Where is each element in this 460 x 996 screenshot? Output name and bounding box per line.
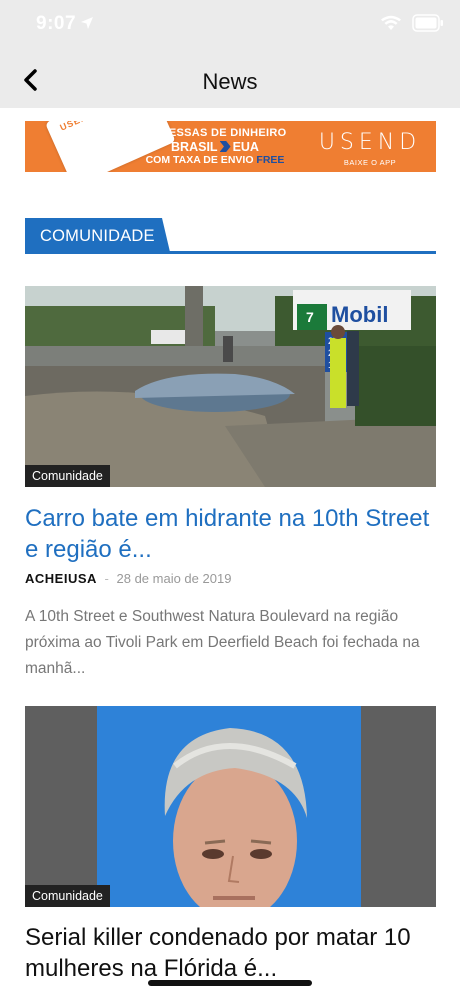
category-tag[interactable]: Comunidade <box>25 465 110 487</box>
article-image[interactable]: Comunidade <box>25 706 436 907</box>
article-image[interactable]: 7 Mobil 252 289 123 Comunidade <box>25 286 436 487</box>
ad-cta: BAIXE O APP <box>343 158 397 167</box>
section-title: COMUNIDADE <box>25 218 170 252</box>
category-tag[interactable]: Comunidade <box>25 885 110 907</box>
nav-bar: News <box>0 50 460 108</box>
ad-route-from: BRASIL <box>171 140 218 154</box>
ad-free-label: FREE <box>256 154 285 166</box>
article-date: 28 de maio de 2019 <box>116 571 232 586</box>
fuel-brand-sign: Mobil <box>331 302 388 327</box>
article-title[interactable]: Carro bate em hidrante na 10th Street e … <box>25 503 436 565</box>
location-arrow-icon <box>81 17 93 29</box>
article-title[interactable]: Serial killer condenado por matar 10 mul… <box>25 922 436 984</box>
home-indicator <box>148 980 312 986</box>
article-excerpt: A 10th Street e Southwest Natura Bouleva… <box>25 608 420 677</box>
battery-icon <box>412 14 443 32</box>
flooded-car-photo: 7 Mobil 252 289 123 <box>25 286 436 487</box>
ad-route: BRASIL EUA <box>125 140 305 154</box>
mugshot-photo <box>25 706 436 907</box>
status-time: 9:07 <box>36 13 77 34</box>
ad-headline: REMESSAS DE DINHEIRO <box>143 127 287 139</box>
wifi-icon <box>381 15 401 30</box>
status-bar: 9:07 <box>0 0 460 50</box>
ad-fee-text: COM TAXA DE ENVIO <box>145 154 254 166</box>
page-title: News <box>202 69 258 94</box>
ad-banner[interactable]: USEND REMESSAS DE DINHEIRO BRASIL EUA COM… <box>25 121 436 172</box>
ad-fee-line: COM TAXA DE ENVIO FREE <box>125 154 305 166</box>
arrow-right-icon <box>219 141 231 152</box>
ad-brand-logo: USEND <box>318 130 422 155</box>
ad-phone-brand: USEND <box>58 121 95 133</box>
ad-route-to: EUA <box>232 140 259 154</box>
meta-separator: - <box>104 571 109 586</box>
store-sign-number: 7 <box>306 309 314 325</box>
section-header: COMUNIDADE <box>25 218 436 254</box>
article-meta: ACHEIUSA - 28 de maio de 2019 <box>25 571 231 586</box>
article-author[interactable]: ACHEIUSA <box>25 571 97 586</box>
